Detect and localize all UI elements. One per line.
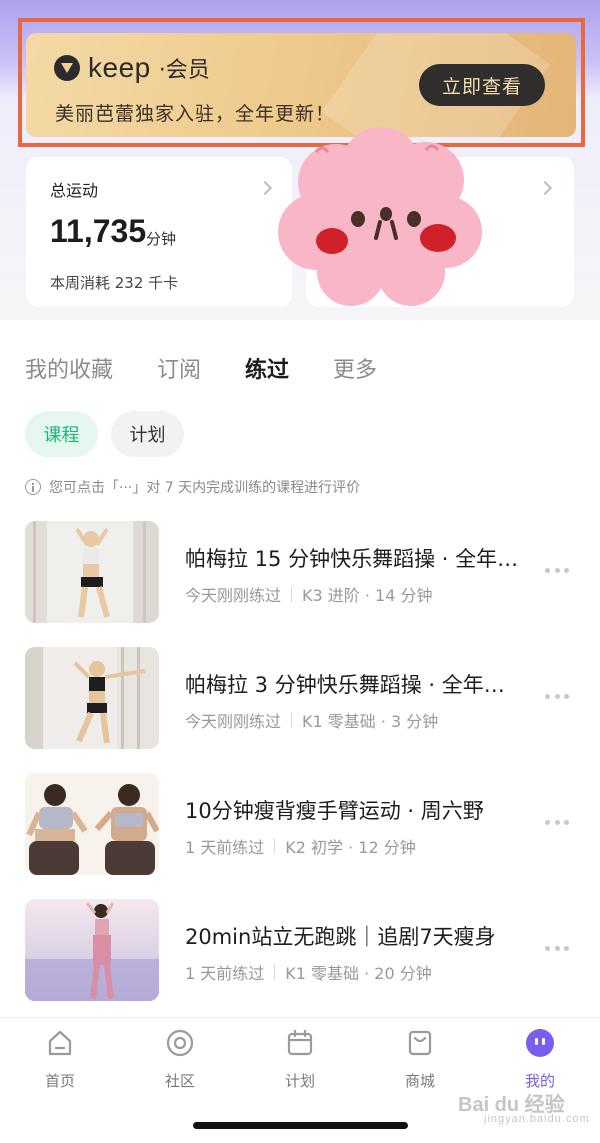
meta-divider (274, 964, 276, 980)
filter-courses[interactable]: 课程 (25, 411, 98, 457)
meta-divider (291, 586, 293, 602)
nav-home[interactable]: 首页 (20, 1028, 100, 1091)
course-detail: K2 初学 · 12 分钟 (285, 838, 416, 857)
stat-title: 总运动 (50, 181, 99, 200)
course-thumbnail (25, 899, 159, 1001)
nav-plan[interactable]: 计划 (260, 1028, 340, 1091)
rating-hint: 您可点击「···」对 7 天内完成训练的课程进行评价 (25, 477, 360, 497)
tab-more[interactable]: 更多 (333, 352, 377, 384)
nav-label: 商城 (404, 1072, 435, 1090)
list-item[interactable]: 10分钟瘦背瘦手臂运动 · 周六野 1 天前练过 K2 初学 · 12 分钟 (25, 773, 585, 875)
home-indicator[interactable] (193, 1122, 408, 1129)
stat-unit: 分钟 (146, 230, 177, 248)
calendar-icon (287, 1029, 313, 1056)
more-options-icon[interactable] (545, 568, 569, 574)
hint-text: 您可点击「···」对 7 天内完成训练的课程进行评价 (49, 480, 361, 496)
nav-label: 社区 (164, 1072, 195, 1090)
total-exercise-card[interactable]: 总运动 11,735 分钟 本周消耗 232 千卡 (26, 157, 292, 307)
list-item[interactable]: 帕梅拉 15 分钟快乐舞蹈操 · 全年更新 今天刚刚练过 K3 进阶 · 14 … (25, 521, 585, 623)
tab-subscriptions[interactable]: 订阅 (157, 352, 201, 384)
nav-label: 计划 (284, 1072, 315, 1090)
list-item[interactable]: 帕梅拉 3 分钟快乐舞蹈操 · 全年更新 今天刚刚练过 K1 零基础 · 3 分… (25, 647, 585, 749)
course-detail: K1 零基础 · 20 分钟 (285, 964, 432, 983)
course-thumbnail (25, 647, 159, 749)
meta-divider (274, 838, 276, 854)
baidu-watermark: Bai du 经验 jingyan.baidu.com (458, 1094, 590, 1125)
nav-shop[interactable]: 商城 (380, 1028, 460, 1091)
course-when: 今天刚刚练过 (185, 712, 282, 731)
course-meta: 今天刚刚练过 K1 零基础 · 3 分钟 (185, 708, 438, 732)
course-title: 20min站立无跑跳｜追剧7天瘦身 (185, 925, 496, 949)
pink-cloud-sticker (278, 127, 482, 306)
course-when: 今天刚刚练过 (185, 586, 282, 605)
course-detail: K1 零基础 · 3 分钟 (302, 712, 439, 731)
info-icon (25, 479, 41, 495)
record-tabs: 我的收藏 订阅 练过 更多 (25, 352, 377, 384)
course-when: 1 天前练过 (185, 964, 265, 983)
chevron-right-icon (537, 180, 553, 196)
nav-profile[interactable]: 我的 (500, 1028, 580, 1091)
list-item[interactable]: 20min站立无跑跳｜追剧7天瘦身 1 天前练过 K1 零基础 · 20 分钟 (25, 899, 585, 1001)
stat-value: 11,735 (50, 213, 147, 249)
profile-icon (526, 1029, 554, 1057)
course-meta: 1 天前练过 K2 初学 · 12 分钟 (185, 834, 416, 858)
nav-community[interactable]: 社区 (140, 1028, 220, 1091)
course-when: 1 天前练过 (185, 838, 265, 857)
weekly-calories: 本周消耗 232 千卡 (50, 274, 179, 292)
shopping-bag-icon (408, 1030, 432, 1056)
nav-label: 首页 (44, 1072, 75, 1090)
course-thumbnail (25, 521, 159, 623)
course-title: 帕梅拉 15 分钟快乐舞蹈操 · 全年更新 (185, 547, 525, 571)
course-meta: 1 天前练过 K1 零基础 · 20 分钟 (185, 960, 432, 984)
community-icon (166, 1029, 194, 1057)
more-options-icon[interactable] (545, 694, 569, 700)
meta-divider (291, 712, 293, 728)
tab-favorites[interactable]: 我的收藏 (25, 352, 113, 384)
tab-practiced[interactable]: 练过 (245, 352, 289, 384)
course-detail: K3 进阶 · 14 分钟 (302, 586, 433, 605)
chevron-right-icon (257, 180, 273, 196)
more-options-icon[interactable] (545, 946, 569, 952)
more-options-icon[interactable] (545, 820, 569, 826)
course-meta: 今天刚刚练过 K3 进阶 · 14 分钟 (185, 582, 432, 606)
course-title: 10分钟瘦背瘦手臂运动 · 周六野 (185, 799, 484, 823)
filter-plans[interactable]: 计划 (111, 411, 184, 457)
course-title: 帕梅拉 3 分钟快乐舞蹈操 · 全年更新 (185, 673, 525, 697)
home-icon (48, 1030, 72, 1056)
course-thumbnail (25, 773, 159, 875)
